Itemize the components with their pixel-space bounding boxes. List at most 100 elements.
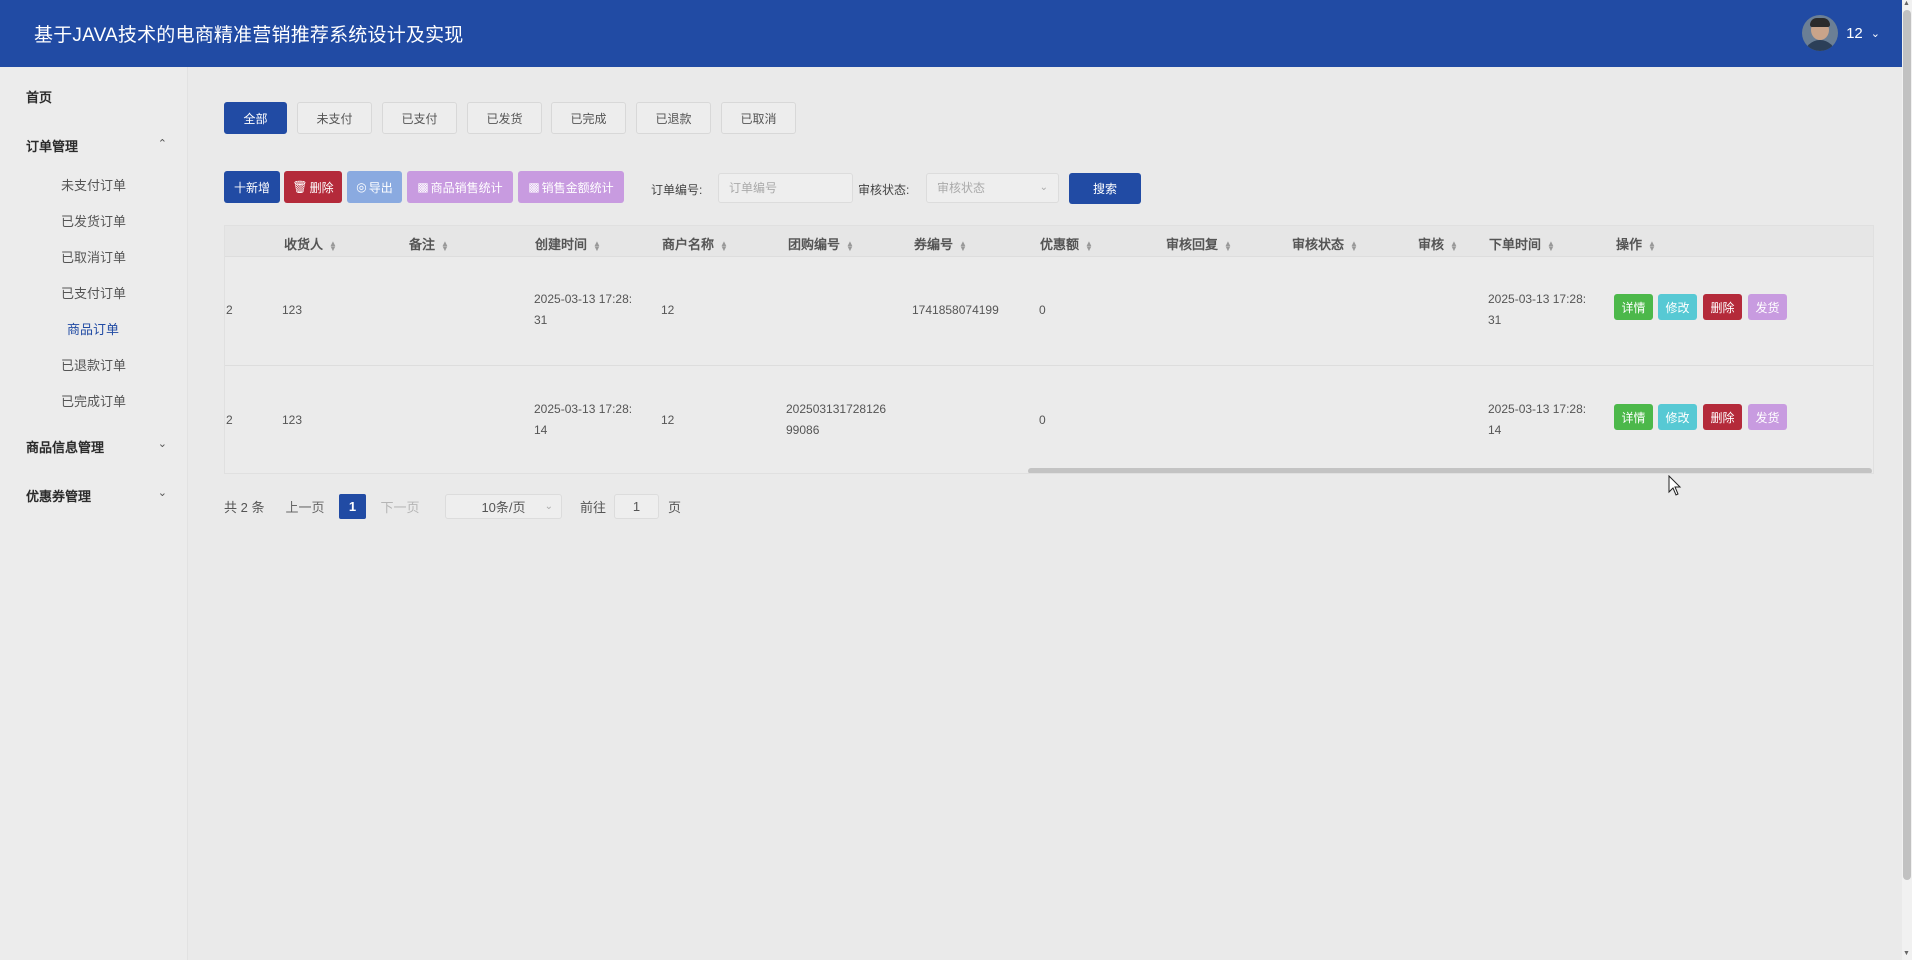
- goods-stats-label: 商品销售统计: [430, 180, 503, 195]
- sidebar-item-completed[interactable]: 已完成订单: [61, 391, 126, 410]
- top-header: 基于JAVA技术的电商精准营销推荐系统设计及实现 12 ⌄: [0, 0, 1902, 67]
- cell-discount: 0: [1039, 413, 1046, 427]
- column-header[interactable]: 操作 ▲ ▼: [1616, 234, 1656, 253]
- sidebar-item-goods-mgmt[interactable]: 商品信息管理: [26, 437, 104, 456]
- tab-cancelled[interactable]: 已取消: [721, 102, 796, 134]
- sidebar-item-shipped[interactable]: 已发货订单: [61, 211, 126, 230]
- chevron-up-icon[interactable]: ⌃: [158, 137, 167, 150]
- table-row[interactable]: 2 123 2025-03-13 17:28: 31 12 17418580741…: [225, 258, 1873, 366]
- orders-table: 收货人 ▲ ▼ 备注 ▲ ▼ 创建时间 ▲ ▼ 商户名称 ▲ ▼ 团购编号 ▲ ▼ 券编号 ▲ ▼ 优惠…: [224, 225, 1874, 474]
- app-title: 基于JAVA技术的电商精准营销推荐系统设计及实现: [34, 25, 464, 46]
- column-header[interactable]: 商户名称 ▲ ▼: [662, 234, 728, 253]
- sidebar-item-coupon-mgmt[interactable]: 优惠券管理: [26, 486, 91, 505]
- cell-receiver: 123: [282, 413, 303, 427]
- sort-icon: ▲ ▼: [720, 238, 728, 253]
- tab-all[interactable]: 全部: [224, 102, 287, 134]
- order-no-input[interactable]: 订单编号: [718, 173, 853, 203]
- chevron-down-icon: ⌄: [1039, 182, 1048, 193]
- prev-page-button[interactable]: 上一页: [280, 494, 330, 519]
- chevron-down-icon[interactable]: ⌄: [1871, 27, 1880, 40]
- detail-button[interactable]: 详情: [1614, 404, 1653, 430]
- delete-button-label: 删除: [309, 180, 334, 195]
- ship-button[interactable]: 发货: [1748, 294, 1787, 320]
- column-header[interactable]: 备注 ▲ ▼: [409, 234, 449, 253]
- sidebar-item-home[interactable]: 首页: [26, 87, 52, 106]
- order-no-label: 订单编号:: [651, 183, 703, 197]
- username[interactable]: 12: [1846, 25, 1863, 42]
- search-button[interactable]: 搜索: [1069, 173, 1141, 204]
- sort-icon: ▲ ▼: [1648, 238, 1656, 253]
- sort-icon: ▲ ▼: [1547, 238, 1555, 253]
- goods-stats-button[interactable]: ▩ 商品销售统计: [407, 171, 513, 203]
- cell-order-time: 2025-03-13 17:28: 31: [1488, 292, 1587, 327]
- add-button[interactable]: 十新增: [224, 171, 280, 203]
- amount-stats-label: 销售金额统计: [541, 180, 614, 195]
- tab-paid[interactable]: 已支付: [382, 102, 457, 134]
- cell-group-no: 202503131728126 99086: [786, 402, 887, 437]
- column-header[interactable]: 审核回复 ▲ ▼: [1166, 234, 1232, 253]
- cell-created: 2025-03-13 17:28: 14: [534, 402, 633, 437]
- vertical-scrollbar[interactable]: ▲ ▼: [1902, 0, 1912, 960]
- scroll-thumb[interactable]: [1903, 10, 1911, 880]
- sidebar-item-refunded[interactable]: 已退款订单: [61, 355, 126, 374]
- bar-chart-icon: ▩: [528, 180, 540, 194]
- column-header[interactable]: 优惠额 ▲ ▼: [1040, 234, 1093, 253]
- page-number[interactable]: 1: [339, 494, 366, 519]
- chevron-down-icon[interactable]: ⌄: [158, 437, 167, 450]
- next-page-button[interactable]: 下一页: [375, 494, 425, 519]
- sidebar-item-cancelled[interactable]: 已取消订单: [61, 247, 126, 266]
- sort-icon: ▲ ▼: [329, 238, 337, 253]
- trash-icon: 🗑: [292, 180, 308, 194]
- sidebar-item-goods-orders[interactable]: 商品订单: [67, 319, 119, 338]
- scroll-down-icon[interactable]: ▼: [1903, 950, 1910, 957]
- table-header: 收货人 ▲ ▼ 备注 ▲ ▼ 创建时间 ▲ ▼ 商户名称 ▲ ▼ 团购编号 ▲ ▼ 券编号 ▲ ▼ 优惠…: [225, 226, 1873, 257]
- sort-icon: ▲ ▼: [959, 238, 967, 253]
- export-icon: ◎: [356, 180, 367, 194]
- sort-icon: ▲ ▼: [593, 238, 601, 253]
- sidebar-item-paid[interactable]: 已支付订单: [61, 283, 126, 302]
- scroll-up-icon[interactable]: ▲: [1903, 0, 1910, 7]
- sort-icon: ▲ ▼: [1350, 238, 1358, 253]
- column-header[interactable]: 券编号 ▲ ▼: [914, 234, 967, 253]
- chevron-down-icon[interactable]: ⌄: [158, 486, 167, 499]
- sidebar-item-unpaid[interactable]: 未支付订单: [61, 175, 126, 194]
- export-button[interactable]: ◎ 导出: [347, 171, 402, 203]
- row-delete-button[interactable]: 删除: [1703, 404, 1742, 430]
- edit-button[interactable]: 修改: [1658, 294, 1697, 320]
- ship-button[interactable]: 发货: [1748, 404, 1787, 430]
- page-suffix: 页: [668, 500, 682, 515]
- row-delete-button[interactable]: 删除: [1703, 294, 1742, 320]
- user-menu[interactable]: 12 ⌄: [1802, 15, 1880, 51]
- page-size-select[interactable]: 10条/页 ⌄: [445, 494, 562, 519]
- column-header[interactable]: 下单时间 ▲ ▼: [1489, 234, 1555, 253]
- horizontal-scrollbar[interactable]: [1028, 468, 1872, 473]
- column-header[interactable]: 收货人 ▲ ▼: [284, 234, 337, 253]
- delete-button[interactable]: 🗑 删除: [284, 171, 342, 203]
- cell-index: 2: [226, 303, 233, 317]
- cell-coupon-no: 1741858074199: [912, 303, 999, 317]
- avatar[interactable]: [1802, 15, 1839, 51]
- audit-status-label: 审核状态:: [858, 183, 910, 197]
- tab-shipped[interactable]: 已发货: [467, 102, 542, 134]
- goto-label: 前往: [580, 500, 607, 515]
- table-row[interactable]: 2 123 2025-03-13 17:28: 14 12 20250313172…: [225, 367, 1873, 473]
- sidebar-item-order-mgmt[interactable]: 订单管理: [26, 136, 78, 155]
- sort-icon: ▲ ▼: [846, 238, 854, 253]
- column-header[interactable]: 团购编号 ▲ ▼: [788, 234, 854, 253]
- column-header[interactable]: 创建时间 ▲ ▼: [535, 234, 601, 253]
- column-header[interactable]: 审核 ▲ ▼: [1418, 234, 1458, 253]
- tab-unpaid[interactable]: 未支付: [297, 102, 372, 134]
- edit-button[interactable]: 修改: [1658, 404, 1697, 430]
- tab-refunded[interactable]: 已退款: [636, 102, 711, 134]
- bar-chart-icon: ▩: [417, 180, 429, 194]
- column-header[interactable]: 审核状态 ▲ ▼: [1292, 234, 1358, 253]
- amount-stats-button[interactable]: ▩ 销售金额统计: [518, 171, 624, 203]
- audit-status-select[interactable]: 审核状态 ⌄: [926, 173, 1059, 203]
- cell-discount: 0: [1039, 303, 1046, 317]
- detail-button[interactable]: 详情: [1614, 294, 1653, 320]
- page-size-value: 10条/页: [481, 500, 526, 515]
- goto-page-input[interactable]: 1: [614, 494, 659, 519]
- cell-merchant: 12: [661, 413, 675, 427]
- tab-completed[interactable]: 已完成: [551, 102, 626, 134]
- cell-receiver: 123: [282, 303, 303, 317]
